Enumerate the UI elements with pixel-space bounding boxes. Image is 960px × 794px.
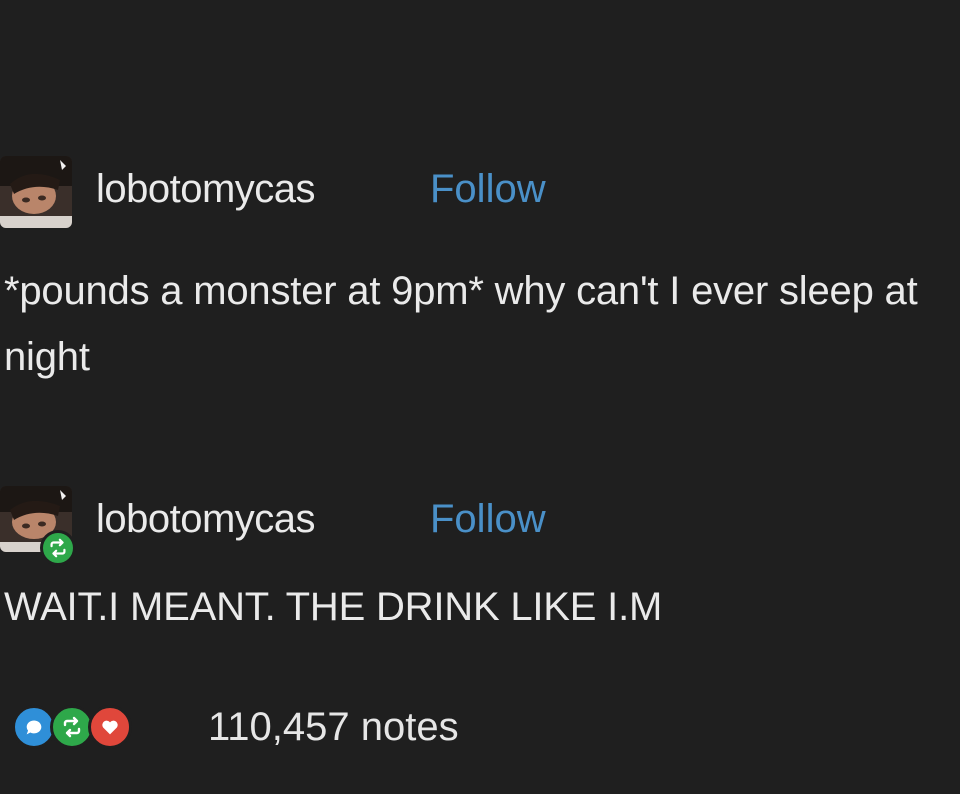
username[interactable]: lobotomycas [96,166,316,212]
follow-button[interactable]: Follow [430,496,546,542]
follow-button[interactable]: Follow [430,166,546,212]
username[interactable]: lobotomycas [96,496,316,542]
post-header: lobotomycas Follow [0,140,960,230]
post-body-text: WAIT.I MEANT. THE DRINK LIKE I.M [4,585,663,629]
avatar-image [0,156,72,228]
avatar[interactable] [0,156,72,228]
notes-bar: 110,457 notes [12,700,612,754]
like-icon [88,705,132,749]
post-original: lobotomycas Follow *pounds a monster at … [0,140,960,379]
notes-count[interactable]: 110,457 notes [208,702,459,752]
post-body-text: *pounds a monster at 9pm* why can't I ev… [4,269,918,379]
post-reblog: lobotomycas Follow WAIT.I MEANT. THE DRI… [0,478,960,629]
reblog-icon [40,530,76,566]
post-header: lobotomycas Follow [0,478,960,568]
